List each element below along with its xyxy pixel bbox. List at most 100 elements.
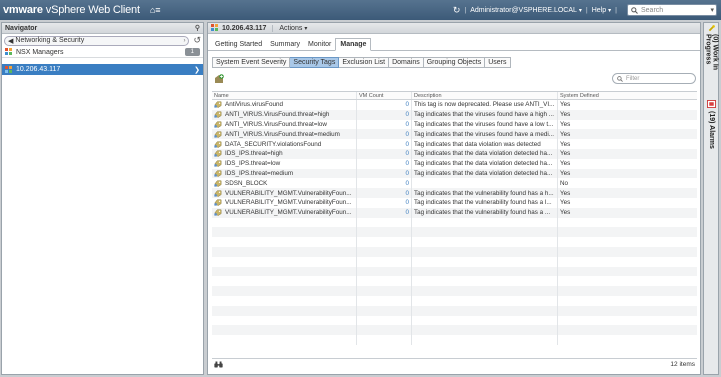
chevron-right-icon[interactable]: ❯	[194, 66, 200, 74]
subtab-grouping-objects[interactable]: Grouping Objects	[423, 57, 486, 68]
subtab-system-event-severity[interactable]: System Event Severity	[212, 57, 291, 68]
table-row[interactable]: ANTI_VIRUS.VirusFound.threat=medium 0 Tag …	[212, 129, 697, 140]
back-arrow-icon: ◀	[8, 37, 14, 45]
cell-vm-count[interactable]: 0	[357, 168, 412, 179]
cell-vm-count[interactable]: 0	[357, 100, 412, 110]
cell-name: IDS_IPS.threat=medium	[212, 168, 357, 179]
table-row[interactable]: SDSN_BLOCK 0 No	[212, 178, 697, 189]
search-input[interactable]: Search ▾	[627, 4, 717, 16]
cell-vm-count[interactable]: 0	[357, 178, 412, 189]
table-row[interactable]: DATA_SECURITY.violationsFound 0 Tag indica…	[212, 139, 697, 149]
table-row[interactable]: VULNERABILITY_MGMT.VulnerabilityFoun... 0…	[212, 197, 697, 208]
tag-name: AntiVirus.virusFound	[225, 101, 283, 109]
cell-vm-count[interactable]: 0	[357, 129, 412, 140]
cell-vm-count[interactable]: 0	[357, 119, 412, 130]
empty-row	[212, 266, 697, 277]
tab-manage[interactable]: Manage	[335, 38, 372, 51]
empty-row	[212, 246, 697, 257]
table-row[interactable]: ANTI_VIRUS.VirusFound.threat=low 0 Tag ind…	[212, 119, 697, 130]
cell-vm-count[interactable]: 0	[357, 109, 412, 120]
cell-name: ANTI_VIRUS.VirusFound.threat=medium	[212, 129, 357, 140]
cell-name: VULNERABILITY_MGMT.VulnerabilityFoun...	[212, 197, 357, 208]
cell-vm-count[interactable]: 0	[357, 188, 412, 198]
host-item-selected[interactable]: 10.206.43.117 ❯	[2, 64, 203, 75]
pin-icon[interactable]: ⚲	[195, 24, 200, 32]
user-menu[interactable]: Administrator@VSPHERE.LOCAL	[470, 7, 577, 14]
subtab-domains[interactable]: Domains	[389, 57, 424, 68]
cell-name: AntiVirus.virusFound	[212, 100, 357, 110]
help-menu[interactable]: Help	[592, 7, 606, 14]
table-row[interactable]: AntiVirus.virusFound 0 This tag is now dep…	[212, 100, 697, 110]
cell-vm-count[interactable]: 0	[357, 158, 412, 169]
pin-icon[interactable]	[708, 25, 715, 32]
cell-system-defined: Yes	[560, 189, 571, 197]
navigator-header: Navigator ⚲	[2, 23, 203, 34]
cell-description: Tag indicates that the viruses found hav…	[412, 109, 558, 120]
cell-system-defined: Yes	[560, 150, 571, 158]
cell-description: Tag indicates that the vulnerability fou…	[412, 207, 558, 218]
tag-name: VULNERABILITY_MGMT.VulnerabilityFoun...	[225, 209, 352, 217]
empty-row	[212, 227, 697, 238]
empty-row	[212, 295, 697, 306]
cell-name: DATA_SECURITY.violationsFound	[212, 139, 357, 149]
actions-menu[interactable]: Actions ▾	[272, 24, 307, 32]
top-right-controls: ↻ | Administrator@VSPHERE.LOCAL ▾ | Help…	[453, 3, 717, 17]
grid-toolbar: Filter	[208, 71, 700, 87]
tag-name: VULNERABILITY_MGMT.VulnerabilityFoun...	[225, 189, 352, 197]
table-row[interactable]: ANTI_VIRUS.VirusFound.threat=high 0 Tag in…	[212, 109, 697, 120]
tab-getting-started[interactable]: Getting Started	[211, 39, 266, 50]
cell-system-defined: Yes	[560, 199, 571, 207]
export-binoculars-icon[interactable]	[214, 361, 223, 368]
tab-summary[interactable]: Summary	[266, 39, 304, 50]
chevron-down-icon[interactable]: ▾	[608, 7, 611, 14]
security-tags-grid: Name VM Count Description System Defined…	[212, 91, 697, 353]
empty-row	[212, 305, 697, 316]
table-row[interactable]: IDS_IPS.threat=medium 0 Tag indicates that…	[212, 168, 697, 179]
home-icon[interactable]: ⌂≡	[150, 5, 161, 15]
work-in-progress-tab[interactable]: (0) Work In Progress	[705, 34, 719, 98]
history-icon[interactable]: ↺	[193, 35, 201, 46]
column-header-name[interactable]: Name	[212, 92, 357, 99]
chevron-down-icon[interactable]: ▾	[710, 6, 714, 14]
cell-vm-count[interactable]: 0	[357, 139, 412, 149]
grid-footer: 12 items	[212, 358, 697, 369]
cell-description: Tag indicates that the vulnerability fou…	[412, 197, 558, 208]
subtab-exclusion-list[interactable]: Exclusion List	[339, 57, 390, 68]
table-row[interactable]: VULNERABILITY_MGMT.VulnerabilityFoun... 0…	[212, 207, 697, 218]
cell-vm-count[interactable]: 0	[357, 197, 412, 208]
refresh-icon[interactable]: ↻	[453, 5, 461, 16]
back-label: Networking & Security	[15, 37, 85, 44]
cell-system-defined: Yes	[560, 160, 571, 168]
item-count: 12 items	[670, 360, 695, 368]
tag-name: ANTI_VIRUS.VirusFound.threat=medium	[225, 130, 340, 138]
cell-vm-count[interactable]: 0	[357, 148, 412, 159]
tab-monitor[interactable]: Monitor	[304, 39, 335, 50]
tag-name: ANTI_VIRUS.VirusFound.threat=low	[225, 120, 327, 128]
search-icon	[617, 75, 623, 82]
column-header-description[interactable]: Description	[412, 92, 558, 99]
subtab-users[interactable]: Users	[485, 57, 511, 68]
cell-system-defined: Yes	[560, 169, 571, 177]
alarms-tab[interactable]: (19) Alarms	[705, 111, 718, 159]
main-panel: 10.206.43.117 Actions ▾ Getting Started S…	[207, 22, 701, 375]
empty-row	[212, 325, 697, 336]
back-button[interactable]: ◀ Networking & Security ›	[4, 35, 190, 46]
nsx-managers-item[interactable]: NSX Managers 1	[2, 47, 203, 58]
object-header: 10.206.43.117 Actions ▾	[208, 23, 700, 34]
chevron-down-icon[interactable]: ▾	[579, 7, 582, 14]
column-header-system-defined[interactable]: System Defined	[558, 92, 697, 99]
nsx-grid-icon	[5, 65, 13, 74]
table-row[interactable]: IDS_IPS.threat=high 0 Tag indicates that t…	[212, 148, 697, 159]
cell-vm-count[interactable]: 0	[357, 207, 412, 218]
add-tag-icon[interactable]	[214, 74, 224, 84]
filter-input[interactable]: Filter	[612, 73, 696, 84]
subtab-security-tags[interactable]: Security Tags	[290, 57, 340, 68]
table-row[interactable]: VULNERABILITY_MGMT.VulnerabilityFoun... 0…	[212, 188, 697, 198]
chevron-right-icon: ›	[183, 37, 186, 44]
separator: |	[585, 6, 588, 14]
search-icon	[631, 6, 638, 14]
table-row[interactable]: IDS_IPS.threat=low 0 Tag indicates that th…	[212, 158, 697, 169]
column-header-vm-count[interactable]: VM Count	[357, 92, 412, 99]
cell-system-defined: Yes	[560, 140, 571, 148]
cell-description: This tag is now deprecated. Please use A…	[412, 100, 558, 110]
